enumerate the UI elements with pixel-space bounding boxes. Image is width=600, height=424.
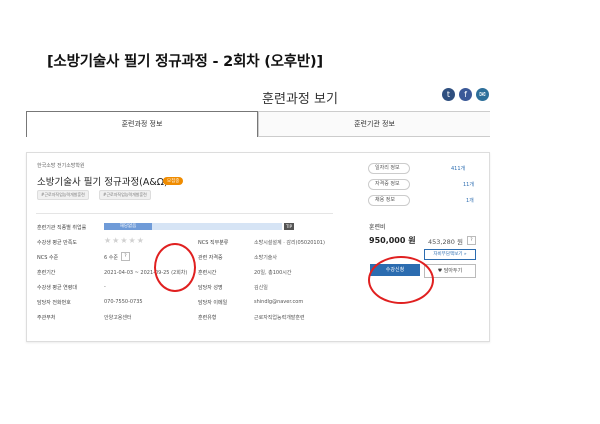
side-info-jobs-count[interactable]: 411개 (451, 165, 465, 172)
detail-label-hours: 훈련시간 (198, 270, 217, 276)
message-icon[interactable]: ✉ (476, 88, 489, 101)
divider (36, 213, 333, 214)
email-value: shindlg@naver.com (254, 299, 304, 305)
side-info-hiring-count[interactable]: 1개 (466, 197, 474, 204)
detail-label-manager: 담당자 성명 (198, 285, 223, 291)
twitter-icon[interactable]: t (442, 88, 455, 101)
tab-course-info[interactable]: 훈련과정 정보 (26, 111, 258, 137)
detail-label-age: 수강생 평균 연령대 (37, 285, 77, 291)
status-badge: 모집중 (163, 177, 184, 185)
side-info-certificates[interactable]: 자격증 정보 (368, 179, 410, 190)
age-value: - (104, 284, 106, 290)
employment-bar: 해당없음 (104, 223, 152, 230)
detail-label-ncs-level: NCS 수준 (37, 255, 59, 261)
ncs-category-value: 소방시설설계 · 감리(05020101) (254, 240, 325, 246)
wish-button-label: 담아두기 (443, 268, 463, 274)
page-title: 훈련과정 보기 (262, 92, 338, 107)
ncs-level-value: 6 수준 (104, 255, 118, 261)
course-title: 소방기술사 필기 정규과정(A&Ω) (37, 177, 168, 188)
phone-value: 070-7550-0735 (104, 299, 143, 305)
side-info-jobs[interactable]: 일자리 정보 (368, 163, 410, 174)
annotation-circle-period (154, 243, 196, 292)
tab-bar: 훈련과정 정보 훈련기관 정보 (26, 111, 490, 137)
detail-label-ncs-category: NCS 직무분류 (198, 240, 229, 246)
fee-price: 950,000 원 (369, 236, 416, 245)
annotation-circle-apply (368, 256, 434, 304)
institution-name[interactable]: 한국소방 전기소방학원 (37, 162, 85, 169)
support-price: 453,280 원 (428, 238, 463, 246)
fee-heading: 훈련비 (369, 224, 386, 231)
hours-value: 20일, 총100시간 (254, 270, 292, 276)
tip-button[interactable]: TIP (284, 223, 294, 230)
certificate-value: 소방기술사 (254, 255, 278, 261)
fee-help-icon[interactable]: ? (467, 236, 476, 245)
facebook-icon[interactable]: f (459, 88, 472, 101)
detail-label-email: 담당자 이메일 (198, 300, 228, 306)
ncs-help-icon[interactable]: ? (121, 252, 130, 261)
side-info-certificates-count[interactable]: 11개 (463, 181, 474, 188)
self-pay-link[interactable]: 자비부담액보기 » (424, 249, 476, 260)
detail-label-employment: 훈련기관 직종별 취업률 (37, 225, 87, 231)
ministry-value: 안양고용센터 (104, 315, 132, 321)
detail-label-period: 훈련기간 (37, 270, 56, 276)
banner-title: [소방기술사 필기 정규과정 - 2회차 (오후반)] (47, 54, 323, 70)
side-info-hiring[interactable]: 채용 정보 (368, 195, 410, 206)
manager-value: 김신일 (254, 285, 268, 291)
detail-label-type: 훈련유형 (198, 315, 217, 321)
tag-2: #근로자직업능력개발훈련 (99, 190, 151, 200)
type-value: 근로자직업능력개발훈련 (254, 315, 305, 321)
satisfaction-stars: ★★★★★ (104, 236, 145, 245)
tab-institution-info[interactable]: 훈련기관 정보 (258, 112, 490, 136)
detail-label-ministry: 주관부처 (37, 315, 56, 321)
detail-label-phone: 담당자 전화번호 (37, 300, 71, 306)
detail-label-satisfaction: 수강생 평균 만족도 (37, 240, 77, 246)
tag-1: #근로자직업능력개발훈련 (37, 190, 89, 200)
detail-label-certificate: 관련 자격증 (198, 255, 223, 261)
